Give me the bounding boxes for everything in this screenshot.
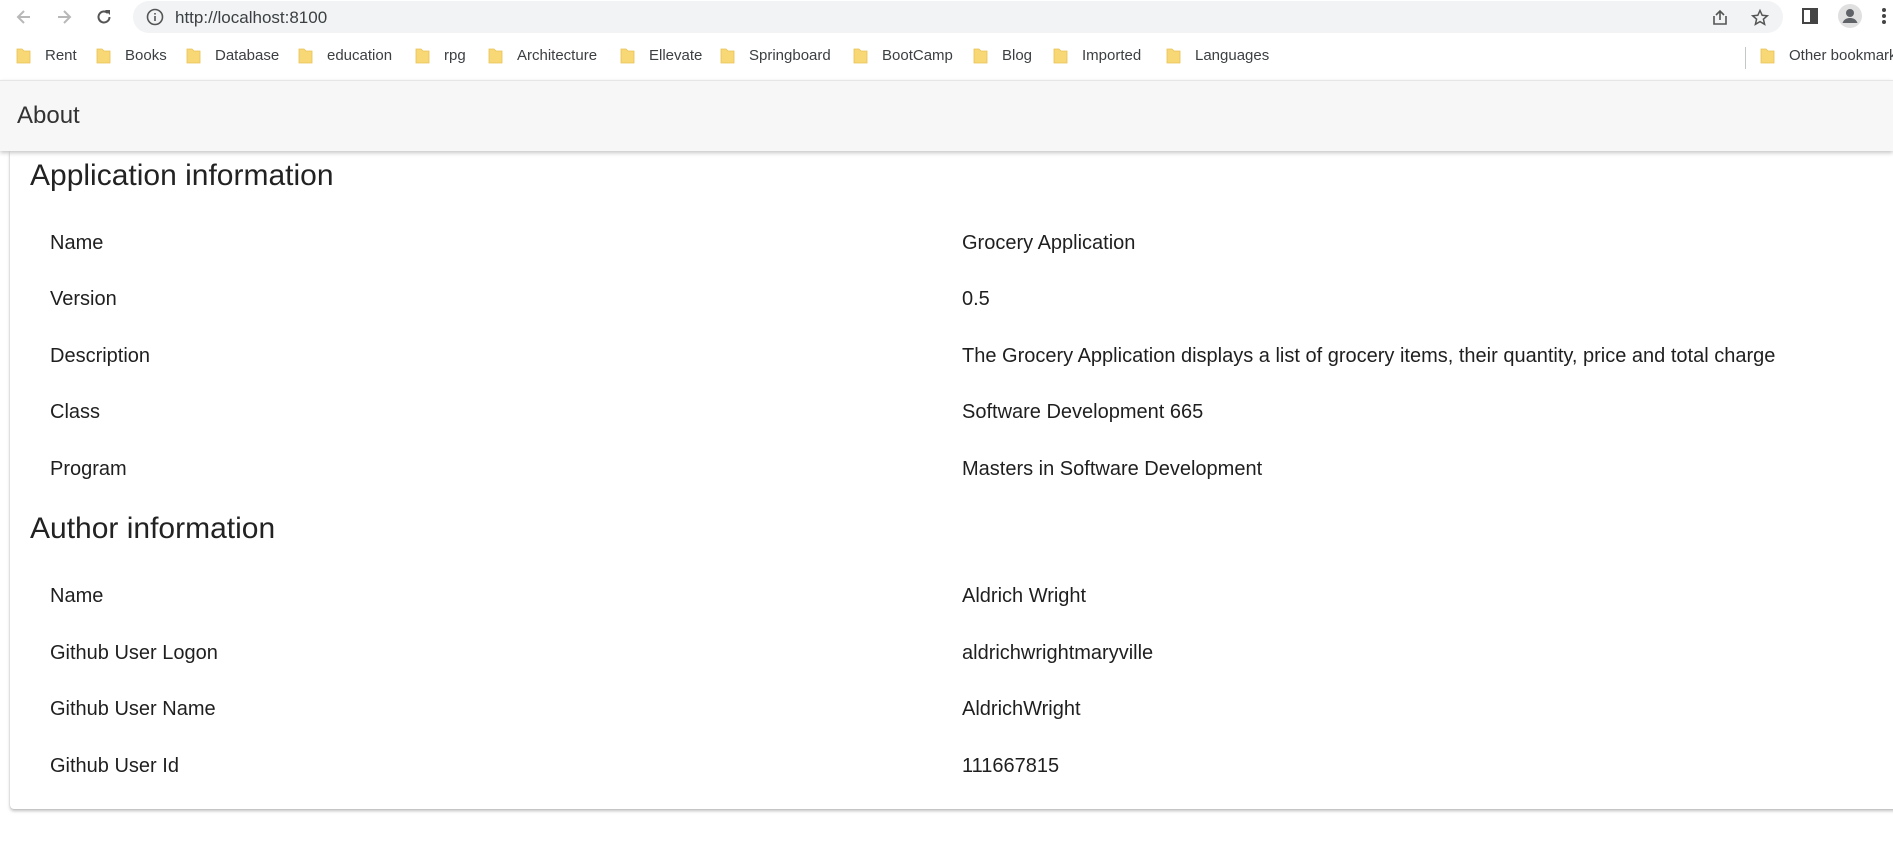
folder-icon xyxy=(488,47,503,64)
class-value: Software Development 665 xyxy=(962,401,1204,423)
bookmark-label: Ellevate xyxy=(649,46,703,64)
folder-icon xyxy=(1053,47,1068,64)
bookmark-folder-springboard[interactable]: Springboard xyxy=(720,43,831,67)
bookmark-folder-architecture[interactable]: Architecture xyxy=(488,43,597,67)
github-username-value: AldrichWright xyxy=(962,698,1081,720)
folder-icon xyxy=(96,47,111,64)
bookmark-label: Languages xyxy=(1195,46,1270,64)
menu-button[interactable] xyxy=(1878,5,1890,27)
app-header: About xyxy=(0,80,1893,151)
program-value: Masters in Software Development xyxy=(962,458,1263,480)
app-name-label: Name xyxy=(50,232,104,254)
github-userid-value: 111667815 xyxy=(962,755,1060,777)
bookmark-folder-database[interactable]: Database xyxy=(186,43,279,67)
address-bar[interactable]: http://localhost:8100 xyxy=(133,1,1783,33)
bookmark-folder-languages[interactable]: Languages xyxy=(1166,43,1269,67)
bookmark-label: education xyxy=(327,46,393,64)
bookmark-label: Blog xyxy=(1002,46,1033,64)
bookmark-folder-other[interactable]: Other bookmarks xyxy=(1760,43,1893,67)
bookmark-star-button[interactable] xyxy=(1749,7,1771,29)
url-text[interactable]: http://localhost:8100 xyxy=(175,8,327,28)
author-info-heading: Author information xyxy=(30,512,276,545)
back-button[interactable] xyxy=(10,3,38,31)
bookmark-folder-imported[interactable]: Imported xyxy=(1053,43,1141,67)
version-value: 0.5 xyxy=(962,288,990,310)
description-label: Description xyxy=(50,345,151,367)
share-icon xyxy=(1713,9,1727,25)
bookmark-label: Rent xyxy=(45,46,77,64)
bookmark-folder-ellevate[interactable]: Ellevate xyxy=(620,43,702,67)
profile-button[interactable] xyxy=(1837,3,1863,29)
bookmark-folder-rent[interactable]: Rent xyxy=(16,43,77,67)
bookmark-label: rpg xyxy=(444,46,466,64)
about-card: Application information Name Grocery App… xyxy=(10,151,1893,809)
bookmark-folder-bootcamp[interactable]: BootCamp xyxy=(853,43,953,67)
github-username-label: Github User Name xyxy=(50,698,216,720)
reload-button[interactable] xyxy=(90,3,118,31)
bookmark-label: BootCamp xyxy=(882,46,953,64)
folder-icon xyxy=(973,47,988,64)
folder-icon xyxy=(415,47,430,64)
bookmark-folder-books[interactable]: Books xyxy=(96,43,167,67)
github-logon-label: Github User Logon xyxy=(50,642,218,664)
forward-arrow-icon xyxy=(58,10,72,24)
github-userid-label: Github User Id xyxy=(50,755,179,777)
side-panel-icon xyxy=(1802,8,1818,24)
description-value: The Grocery Application displays a list … xyxy=(962,345,1776,367)
bookmark-label: Other bookmarks xyxy=(1789,46,1893,64)
site-info-icon[interactable] xyxy=(146,8,164,26)
bookmark-folder-blog[interactable]: Blog xyxy=(973,43,1032,67)
forward-button[interactable] xyxy=(50,3,78,31)
avatar-icon xyxy=(1838,4,1862,28)
version-label: Version xyxy=(50,288,117,310)
bookmark-label: Architecture xyxy=(517,46,598,64)
application-info-heading: Application information xyxy=(30,159,334,192)
bookmark-label: Database xyxy=(215,46,280,64)
folder-icon xyxy=(720,47,735,64)
folder-icon xyxy=(16,47,31,64)
author-name-label: Name xyxy=(50,585,104,607)
folder-icon xyxy=(1166,47,1181,64)
bookmark-label: Books xyxy=(125,46,167,64)
folder-icon xyxy=(186,47,201,64)
share-button[interactable] xyxy=(1709,7,1731,29)
star-icon xyxy=(1750,8,1770,26)
github-logon-value: aldrichwrightmaryville xyxy=(962,642,1154,664)
app-name-value: Grocery Application xyxy=(962,232,1136,254)
class-label: Class xyxy=(50,401,101,423)
bookmarks-divider xyxy=(1745,47,1746,69)
folder-icon xyxy=(853,47,868,64)
browser-toolbar: http://localhost:8100 xyxy=(0,0,1893,33)
side-panel-button[interactable] xyxy=(1799,5,1821,27)
folder-icon xyxy=(1760,47,1775,64)
bookmark-folder-education[interactable]: education xyxy=(298,43,392,67)
page-title: About xyxy=(17,102,80,129)
bookmarks-bar: Rent Books Database education rpg Archit… xyxy=(0,38,1893,74)
back-arrow-icon xyxy=(16,10,30,24)
bookmark-folder-rpg[interactable]: rpg xyxy=(415,43,466,67)
author-name-value: Aldrich Wright xyxy=(962,585,1087,607)
bookmark-label: Imported xyxy=(1082,46,1142,64)
folder-icon xyxy=(298,47,313,64)
reload-icon xyxy=(97,10,111,24)
bookmark-label: Springboard xyxy=(749,46,831,64)
kebab-menu-icon xyxy=(1882,8,1886,24)
folder-icon xyxy=(620,47,635,64)
program-label: Program xyxy=(50,458,127,480)
